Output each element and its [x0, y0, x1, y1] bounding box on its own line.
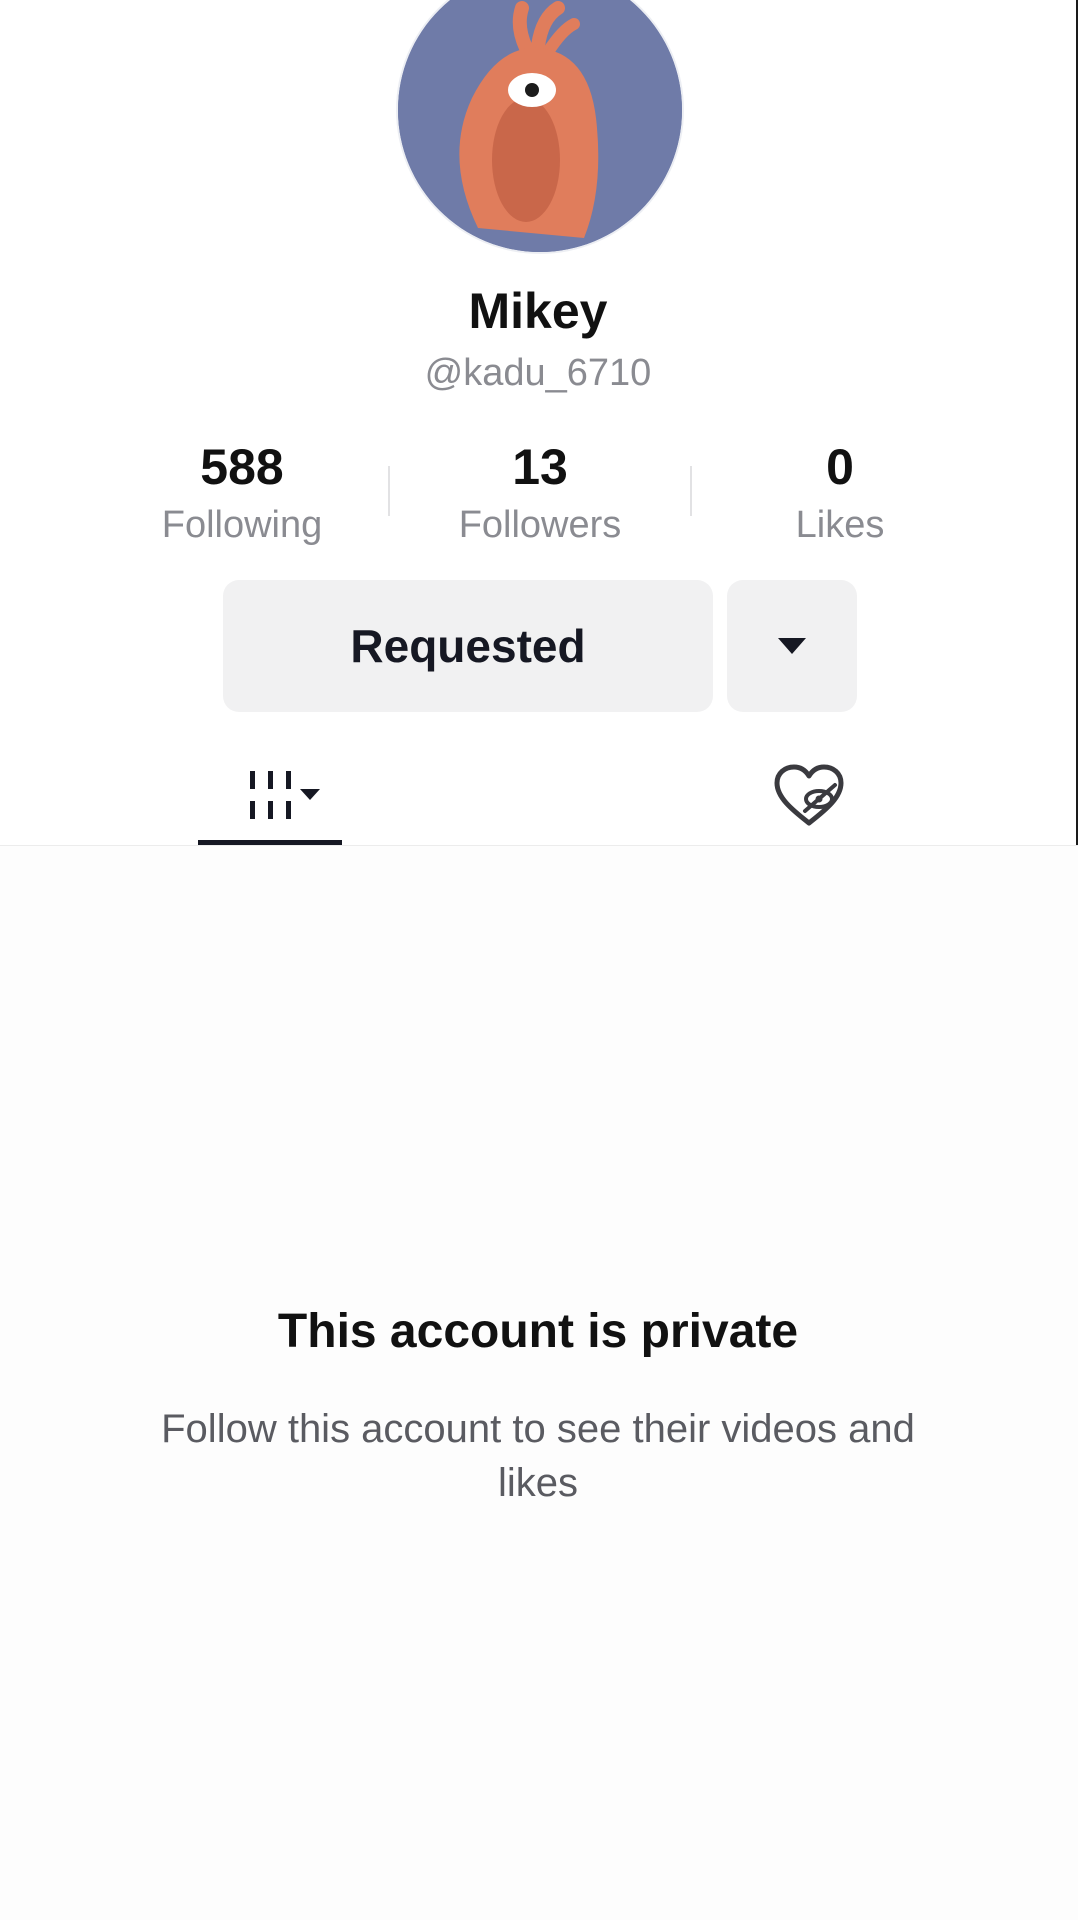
requested-button[interactable]: Requested — [223, 580, 713, 712]
more-options-button[interactable] — [727, 580, 857, 712]
tab-liked[interactable] — [754, 748, 864, 844]
username: @kadu_6710 — [424, 352, 652, 394]
likes-count: 0 — [826, 439, 854, 495]
profile-screen: Mikey @kadu_6710 588 Following 13 Follow… — [0, 0, 1078, 1920]
following-label: Following — [161, 504, 323, 546]
videos-grid-dropdown-icon — [250, 771, 320, 819]
caret-down-icon — [778, 638, 806, 654]
private-account-title: This account is private — [277, 1305, 799, 1358]
stat-following[interactable]: 588 Following — [92, 436, 392, 550]
display-name: Mikey — [468, 283, 608, 339]
hidden-liked-heart-icon — [774, 764, 844, 826]
followers-count: 13 — [512, 439, 568, 495]
avatar[interactable] — [398, 0, 682, 252]
followers-label: Followers — [458, 504, 622, 546]
avatar-illustration — [398, 0, 682, 252]
likes-label: Likes — [795, 504, 885, 546]
tab-videos[interactable] — [198, 748, 342, 844]
content-area — [0, 846, 1078, 1920]
stat-followers[interactable]: 13 Followers — [390, 436, 690, 550]
following-count: 588 — [200, 439, 284, 495]
stat-likes[interactable]: 0 Likes — [690, 436, 990, 550]
private-account-subtitle: Follow this account to see their videos … — [161, 1407, 915, 1505]
